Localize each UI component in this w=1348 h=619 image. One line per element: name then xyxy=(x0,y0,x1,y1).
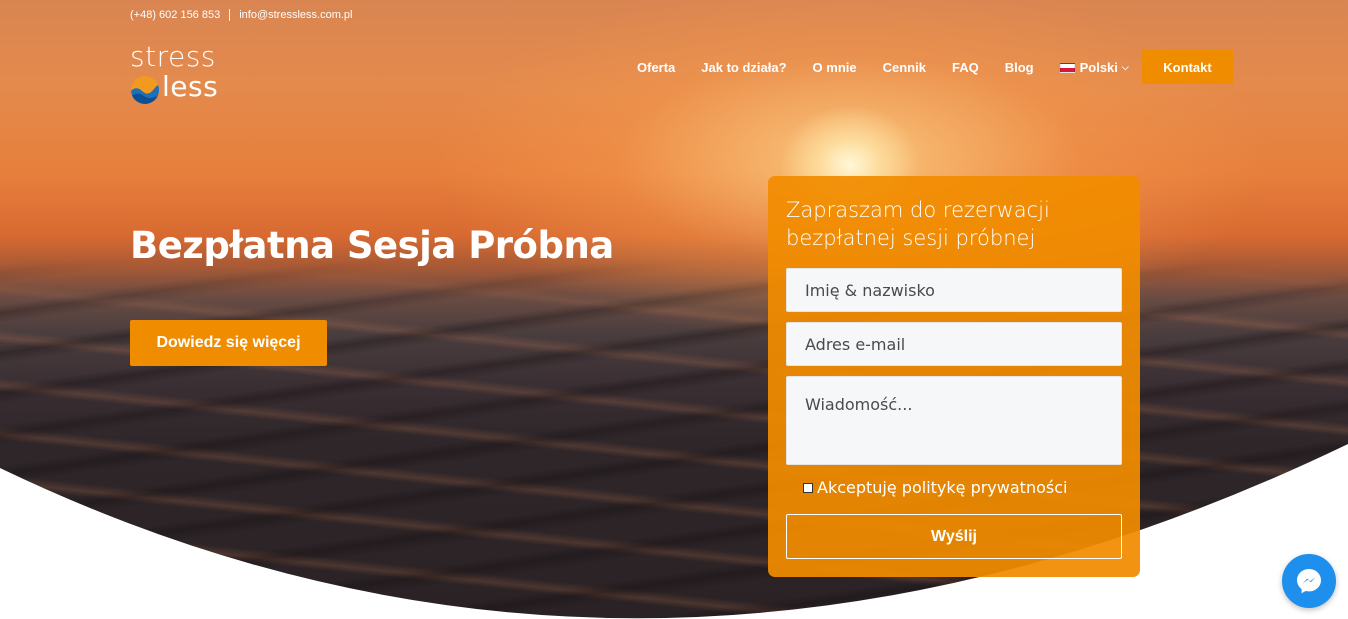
nav-item-faq[interactable]: FAQ xyxy=(952,60,979,75)
email-address[interactable]: info@stressless.com.pl xyxy=(239,9,352,21)
chevron-down-icon: ⌵ xyxy=(1121,62,1129,72)
poland-flag-icon xyxy=(1059,62,1075,73)
email-input[interactable]: Adres e-mail xyxy=(786,322,1122,366)
site-logo[interactable]: stress less xyxy=(130,43,230,105)
submit-button[interactable]: Wyślij xyxy=(786,514,1122,559)
contact-button[interactable]: Kontakt xyxy=(1142,50,1233,84)
privacy-checkbox[interactable] xyxy=(803,482,813,493)
messenger-chat-button[interactable] xyxy=(1282,554,1336,608)
language-selector[interactable]: Polski ⌵ xyxy=(1059,60,1129,75)
nav-item-jak-to-dziala[interactable]: Jak to działa? xyxy=(701,60,786,75)
booking-form: Zapraszam do rezerwacji bezpłatnej sesji… xyxy=(768,176,1140,577)
nav-item-cennik[interactable]: Cennik xyxy=(883,60,926,75)
language-label: Polski xyxy=(1079,60,1118,75)
logo-text-less: less xyxy=(162,70,219,103)
nav-item-o-mnie[interactable]: O mnie xyxy=(813,60,857,75)
hero-title: Bezpłatna Sesja Próbna xyxy=(130,224,614,267)
privacy-consent[interactable]: Akceptuję politykę prywatności xyxy=(803,478,1067,497)
message-placeholder: Wiadomość... xyxy=(805,395,913,414)
nav-item-blog[interactable]: Blog xyxy=(1005,60,1034,75)
message-textarea[interactable]: Wiadomość... xyxy=(786,376,1122,465)
name-input[interactable]: Imię & nazwisko xyxy=(786,268,1122,312)
topbar-divider xyxy=(229,9,231,21)
main-navigation: Oferta Jak to działa? O mnie Cennik FAQ … xyxy=(637,60,1129,75)
learn-more-button[interactable]: Dowiedz się więcej xyxy=(130,320,327,366)
privacy-consent-label: Akceptuję politykę prywatności xyxy=(817,478,1068,497)
email-placeholder: Adres e-mail xyxy=(805,334,906,354)
name-placeholder: Imię & nazwisko xyxy=(805,280,935,300)
logo-text-stress: stress xyxy=(130,40,216,73)
nav-item-oferta[interactable]: Oferta xyxy=(637,60,675,75)
contact-topbar: (+48) 602 156 853 info@stressless.com.pl xyxy=(130,9,352,21)
phone-number[interactable]: (+48) 602 156 853 xyxy=(130,9,220,21)
logo-wave-icon xyxy=(131,76,159,104)
messenger-icon xyxy=(1297,569,1321,594)
form-title: Zapraszam do rezerwacji bezpłatnej sesji… xyxy=(786,198,1050,250)
